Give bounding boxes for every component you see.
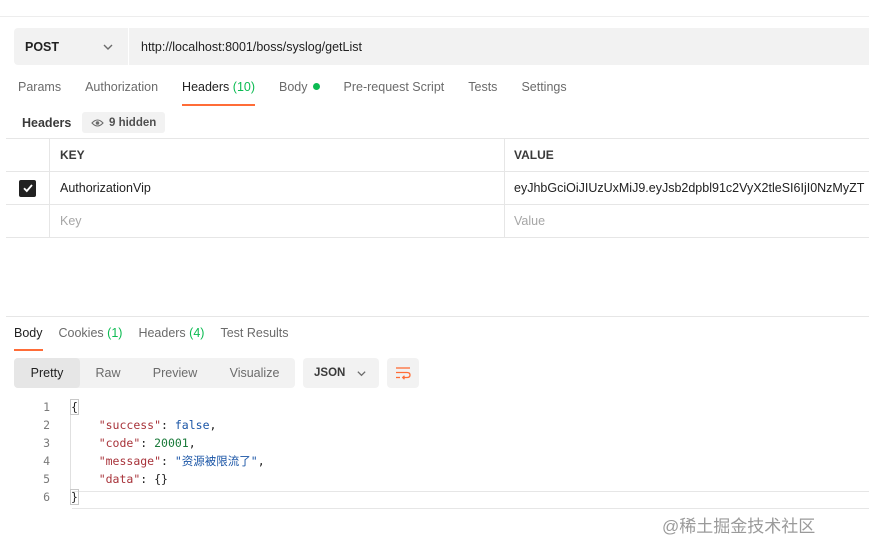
chevron-down-icon <box>357 370 366 376</box>
method-select[interactable]: POST <box>14 28 129 65</box>
tab-authorization[interactable]: Authorization <box>85 80 158 106</box>
check-column-header <box>6 139 50 171</box>
row-check-cell <box>6 205 50 237</box>
format-select[interactable]: JSON <box>303 358 379 388</box>
tab-label: Body <box>279 80 308 94</box>
tab-label: Pre-request Script <box>343 80 445 94</box>
tab-label: Headers <box>138 326 186 340</box>
json-value: "资源被限流了" <box>174 454 258 468</box>
tab-label: Cookies <box>58 326 104 340</box>
wrap-lines-icon <box>396 367 411 380</box>
format-label: JSON <box>314 367 346 379</box>
row-checkbox[interactable] <box>19 179 36 197</box>
request-bar: POST http://localhost:8001/boss/syslog/g… <box>14 28 869 65</box>
view-pretty-button[interactable]: Pretty <box>14 358 80 388</box>
line-number: 4 <box>43 454 50 468</box>
watermark: @稀土掘金技术社区 <box>662 517 816 536</box>
url-input[interactable]: http://localhost:8001/boss/syslog/getLis… <box>129 40 362 54</box>
eye-icon <box>91 118 104 127</box>
header-key: AuthorizationVip <box>60 181 151 195</box>
view-visualize-button[interactable]: Visualize <box>214 358 295 388</box>
tab-label: Authorization <box>85 80 159 94</box>
value-placeholder: Value <box>514 214 546 228</box>
top-divider <box>0 16 869 17</box>
code-line: 5 "data": {} <box>0 470 869 488</box>
json-key: "message" <box>98 454 162 468</box>
chevron-down-icon <box>103 44 113 50</box>
new-key-input[interactable]: Key <box>50 205 505 237</box>
response-tab-headers[interactable]: Headers (4) <box>138 326 204 351</box>
response-body[interactable]: 1 { 2 "success": false, 3 "code": 20001,… <box>0 398 869 506</box>
response-tab-cookies[interactable]: Cookies (1) <box>59 326 123 351</box>
json-key: "data" <box>98 472 141 486</box>
json-key: "code" <box>98 436 141 450</box>
key-column-header: KEY <box>50 139 505 171</box>
header-value: eyJhbGciOiJIUzUxMiJ9.eyJsb2dpbl91c2VyX2t… <box>514 181 865 195</box>
view-raw-button[interactable]: Raw <box>80 358 136 388</box>
table-header-row: KEY VALUE <box>6 139 869 172</box>
response-tabs: Body Cookies (1) Headers (4) Test Result… <box>14 326 305 351</box>
tab-count: (1) <box>107 326 123 340</box>
line-number: 2 <box>43 418 50 432</box>
header-value-cell[interactable]: eyJhbGciOiJIUzUxMiJ9.eyJsb2dpbl91c2VyX2t… <box>505 172 869 204</box>
response-tab-test-results[interactable]: Test Results <box>220 326 288 351</box>
tab-label: Params <box>18 80 62 94</box>
key-placeholder: Key <box>60 214 82 228</box>
method-label: POST <box>25 39 60 54</box>
value-column-header: VALUE <box>514 148 554 162</box>
tab-count: (4) <box>189 326 205 340</box>
row-check-cell <box>6 172 50 204</box>
request-tabs: Params Authorization Headers (10) Body P… <box>18 80 591 106</box>
new-value-input[interactable]: Value <box>505 205 869 237</box>
json-value: false <box>174 418 210 432</box>
code-line: 2 "success": false, <box>0 416 869 434</box>
code-line: 6 } <box>0 488 869 506</box>
headers-table: KEY VALUE AuthorizationVip eyJhbGciOiJIU… <box>6 138 869 238</box>
checkmark-icon <box>22 184 33 193</box>
view-preview-button[interactable]: Preview <box>136 358 214 388</box>
tab-count: (10) <box>232 80 256 94</box>
line-number: 5 <box>43 472 50 486</box>
status-dot-icon <box>312 83 320 90</box>
tab-pre-request-script[interactable]: Pre-request Script <box>344 80 445 106</box>
tab-body[interactable]: Body <box>279 80 320 106</box>
code-line: 4 "message": "资源被限流了", <box>0 452 869 470</box>
tab-label: Settings <box>521 80 567 94</box>
table-row: AuthorizationVip eyJhbGciOiJIUzUxMiJ9.ey… <box>6 172 869 205</box>
table-row-new: Key Value <box>6 205 869 238</box>
line-number: 3 <box>43 436 50 450</box>
code-line: 3 "code": 20001, <box>0 434 869 452</box>
response-tab-body[interactable]: Body <box>14 326 43 351</box>
tab-label: Tests <box>468 80 498 94</box>
tab-tests[interactable]: Tests <box>468 80 497 106</box>
response-divider <box>6 316 869 317</box>
close-brace: } <box>70 489 79 505</box>
tab-label: Headers <box>182 80 230 94</box>
header-key-cell[interactable]: AuthorizationVip <box>50 172 505 204</box>
line-number: 1 <box>43 400 50 414</box>
line-number: 6 <box>43 490 50 504</box>
tab-label: Test Results <box>220 326 289 340</box>
tab-settings[interactable]: Settings <box>521 80 566 106</box>
tab-label: Body <box>14 326 43 340</box>
wrap-lines-button[interactable] <box>387 358 419 388</box>
headers-section-label: Headers <box>22 116 72 130</box>
hidden-count-label: 9 hidden <box>109 116 157 129</box>
tab-headers[interactable]: Headers (10) <box>182 80 255 106</box>
code-line: 1 { <box>0 398 869 416</box>
json-value: {} <box>154 472 168 486</box>
tab-params[interactable]: Params <box>18 80 61 106</box>
view-mode-group: Pretty Raw Preview Visualize <box>14 358 295 388</box>
open-brace: { <box>70 399 79 415</box>
json-value: 20001 <box>154 436 189 450</box>
json-key: "success" <box>98 418 162 432</box>
hidden-headers-toggle[interactable]: 9 hidden <box>82 112 166 133</box>
